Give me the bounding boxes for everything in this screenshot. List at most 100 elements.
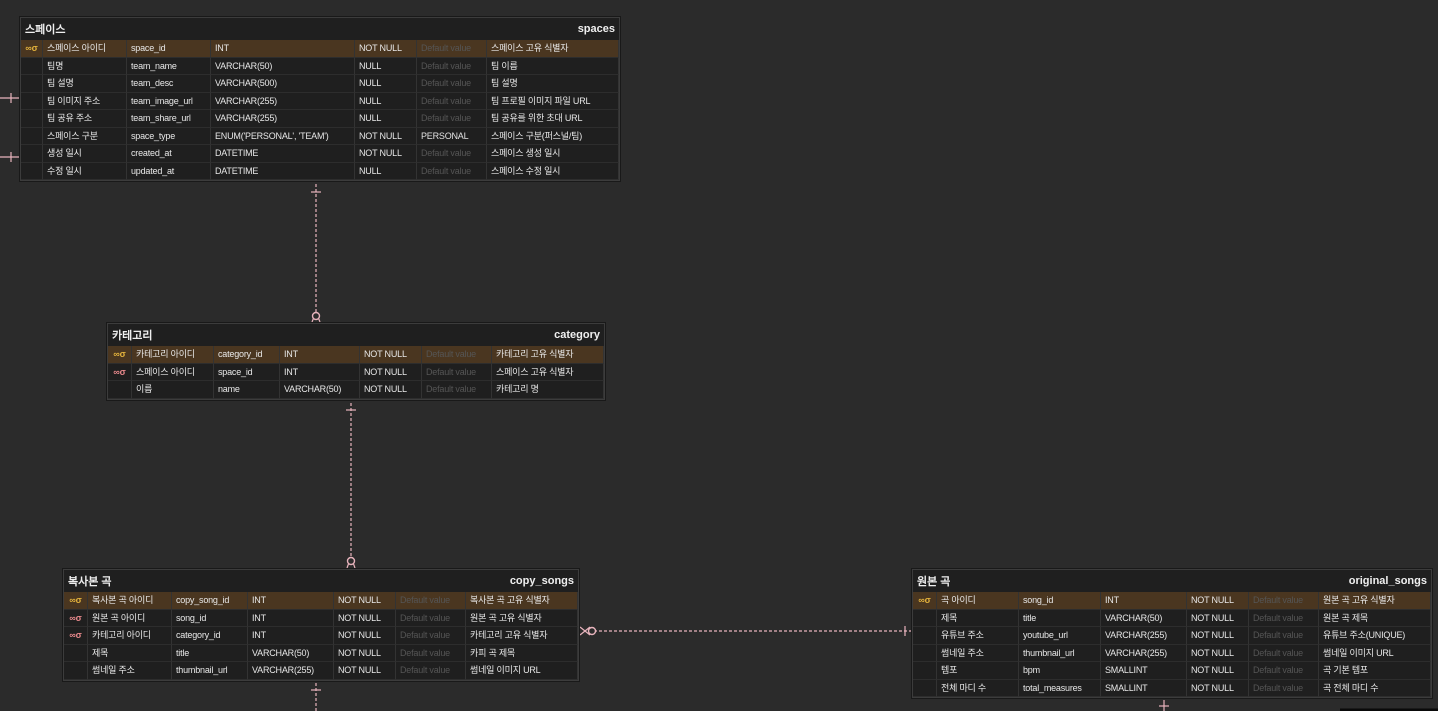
column-data-type[interactable]: VARCHAR(50) xyxy=(211,57,355,75)
column-data-type[interactable]: INT xyxy=(211,40,355,58)
column-physical-name[interactable]: team_image_url xyxy=(127,92,211,110)
column-logical-name[interactable]: 생성 일시 xyxy=(43,145,127,163)
column-data-type[interactable]: VARCHAR(50) xyxy=(1101,609,1187,627)
column-data-type[interactable]: VARCHAR(255) xyxy=(211,110,355,128)
column-default-value[interactable]: Default value xyxy=(417,92,487,110)
column-logical-name[interactable]: 복사본 곡 아이디 xyxy=(88,592,172,610)
column-comment[interactable]: 카테고리 고유 식별자 xyxy=(466,627,578,645)
column-logical-name[interactable]: 제목 xyxy=(937,609,1019,627)
column-logical-name[interactable]: 카테고리 아이디 xyxy=(132,346,214,364)
column-physical-name[interactable]: thumbnail_url xyxy=(1019,644,1101,662)
column-comment[interactable]: 원본 곡 고유 식별자 xyxy=(1319,592,1431,610)
column-logical-name[interactable]: 제목 xyxy=(88,644,172,662)
column-physical-name[interactable]: category_id xyxy=(214,346,280,364)
column-physical-name[interactable]: space_id xyxy=(214,363,280,381)
table-row[interactable]: 팀 공유 주소 team_share_url VARCHAR(255) NULL Def… xyxy=(21,110,619,128)
column-nullable[interactable]: NOT NULL xyxy=(355,127,417,145)
column-logical-name[interactable]: 곡 아이디 xyxy=(937,592,1019,610)
column-data-type[interactable]: INT xyxy=(1101,592,1187,610)
table-row[interactable]: 수정 일시 updated_at DATETIME NULL Default value… xyxy=(21,162,619,180)
column-default-value[interactable]: Default value xyxy=(1249,662,1319,680)
column-comment[interactable]: 유튜브 주소(UNIQUE) xyxy=(1319,627,1431,645)
table-header[interactable]: 스페이스 spaces xyxy=(21,18,619,40)
column-nullable[interactable]: NULL xyxy=(355,92,417,110)
column-logical-name[interactable]: 수정 일시 xyxy=(43,162,127,180)
column-physical-name[interactable]: song_id xyxy=(1019,592,1101,610)
table-spaces[interactable]: 스페이스 spaces ∞σ 스페이스 아이디 space_id INT NOT NULL D… xyxy=(20,17,620,181)
column-physical-name[interactable]: youtube_url xyxy=(1019,627,1101,645)
column-logical-name[interactable]: 원본 곡 아이디 xyxy=(88,609,172,627)
column-comment[interactable]: 카테고리 고유 식별자 xyxy=(492,346,604,364)
column-physical-name[interactable]: category_id xyxy=(172,627,248,645)
column-logical-name[interactable]: 팀명 xyxy=(43,57,127,75)
column-data-type[interactable]: VARCHAR(255) xyxy=(248,662,334,680)
column-nullable[interactable]: NULL xyxy=(355,57,417,75)
column-logical-name[interactable]: 썸네일 주소 xyxy=(937,644,1019,662)
column-nullable[interactable]: NOT NULL xyxy=(1187,679,1249,697)
table-row[interactable]: 템포 bpm SMALLINT NOT NULL Default value 곡 기본 템… xyxy=(913,662,1431,680)
column-comment[interactable]: 스페이스 구분(퍼스널/팀) xyxy=(487,127,619,145)
column-nullable[interactable]: NOT NULL xyxy=(360,363,422,381)
column-default-value[interactable]: Default value xyxy=(1249,592,1319,610)
column-physical-name[interactable]: song_id xyxy=(172,609,248,627)
table-row[interactable]: 생성 일시 created_at DATETIME NOT NULL Default v… xyxy=(21,145,619,163)
column-default-value[interactable]: Default value xyxy=(417,57,487,75)
column-data-type[interactable]: SMALLINT xyxy=(1101,662,1187,680)
column-physical-name[interactable]: title xyxy=(172,644,248,662)
table-category[interactable]: 카테고리 category ∞σ 카테고리 아이디 category_id INT NOT … xyxy=(107,323,605,400)
column-logical-name[interactable]: 팀 설명 xyxy=(43,75,127,93)
column-default-value[interactable]: Default value xyxy=(1249,627,1319,645)
table-row[interactable]: ∞σ 카테고리 아이디 category_id INT NOT NULL Default … xyxy=(108,346,604,364)
column-physical-name[interactable]: created_at xyxy=(127,145,211,163)
column-nullable[interactable]: NOT NULL xyxy=(360,346,422,364)
table-row[interactable]: 제목 title VARCHAR(50) NOT NULL Default value 원… xyxy=(913,609,1431,627)
column-data-type[interactable]: SMALLINT xyxy=(1101,679,1187,697)
table-row[interactable]: 스페이스 구분 space_type ENUM('PERSONAL', 'TEAM'… xyxy=(21,127,619,145)
column-default-value[interactable]: Default value xyxy=(422,346,492,364)
column-comment[interactable]: 썸네일 이미지 URL xyxy=(1319,644,1431,662)
column-nullable[interactable]: NOT NULL xyxy=(334,662,396,680)
column-logical-name[interactable]: 팀 이미지 주소 xyxy=(43,92,127,110)
table-row[interactable]: 썸네일 주소 thumbnail_url VARCHAR(255) NOT NULL D… xyxy=(64,662,578,680)
column-logical-name[interactable]: 썸네일 주소 xyxy=(88,662,172,680)
column-default-value[interactable]: Default value xyxy=(1249,679,1319,697)
column-physical-name[interactable]: name xyxy=(214,381,280,399)
column-nullable[interactable]: NOT NULL xyxy=(334,609,396,627)
column-comment[interactable]: 팀 설명 xyxy=(487,75,619,93)
table-row[interactable]: 팀 이미지 주소 team_image_url VARCHAR(255) NULL De… xyxy=(21,92,619,110)
table-row[interactable]: 팀 설명 team_desc VARCHAR(500) NULL Default val… xyxy=(21,75,619,93)
column-default-value[interactable]: Default value xyxy=(396,609,466,627)
column-data-type[interactable]: INT xyxy=(248,592,334,610)
column-physical-name[interactable]: thumbnail_url xyxy=(172,662,248,680)
table-row[interactable]: 썸네일 주소 thumbnail_url VARCHAR(255) NOT NULL D… xyxy=(913,644,1431,662)
column-nullable[interactable]: NOT NULL xyxy=(355,145,417,163)
column-logical-name[interactable]: 스페이스 아이디 xyxy=(43,40,127,58)
column-comment[interactable]: 스페이스 고유 식별자 xyxy=(487,40,619,58)
column-data-type[interactable]: DATETIME xyxy=(211,145,355,163)
column-default-value[interactable]: Default value xyxy=(422,381,492,399)
column-default-value[interactable]: Default value xyxy=(396,627,466,645)
table-row[interactable]: ∞σ 곡 아이디 song_id INT NOT NULL Default value 원본… xyxy=(913,592,1431,610)
column-nullable[interactable]: NOT NULL xyxy=(1187,644,1249,662)
column-comment[interactable]: 팀 프로필 이미지 파일 URL xyxy=(487,92,619,110)
table-row[interactable]: ∞σ 복사본 곡 아이디 copy_song_id INT NOT NULL Defaul… xyxy=(64,592,578,610)
column-nullable[interactable]: NOT NULL xyxy=(1187,627,1249,645)
column-data-type[interactable]: DATETIME xyxy=(211,162,355,180)
column-logical-name[interactable]: 스페이스 구분 xyxy=(43,127,127,145)
column-comment[interactable]: 스페이스 고유 식별자 xyxy=(492,363,604,381)
column-nullable[interactable]: NOT NULL xyxy=(360,381,422,399)
column-data-type[interactable]: INT xyxy=(280,346,360,364)
column-physical-name[interactable]: updated_at xyxy=(127,162,211,180)
column-default-value[interactable]: Default value xyxy=(422,363,492,381)
column-physical-name[interactable]: team_share_url xyxy=(127,110,211,128)
column-data-type[interactable]: ENUM('PERSONAL', 'TEAM') xyxy=(211,127,355,145)
table-row[interactable]: 이름 name VARCHAR(50) NOT NULL Default value 카테… xyxy=(108,381,604,399)
column-comment[interactable]: 스페이스 수정 일시 xyxy=(487,162,619,180)
column-data-type[interactable]: INT xyxy=(248,609,334,627)
column-comment[interactable]: 곡 기본 템포 xyxy=(1319,662,1431,680)
column-comment[interactable]: 스페이스 생성 일시 xyxy=(487,145,619,163)
column-comment[interactable]: 원본 곡 고유 식별자 xyxy=(466,609,578,627)
table-row[interactable]: ∞σ 카테고리 아이디 category_id INT NOT NULL Default … xyxy=(64,627,578,645)
column-physical-name[interactable]: total_measures xyxy=(1019,679,1101,697)
column-data-type[interactable]: VARCHAR(50) xyxy=(280,381,360,399)
